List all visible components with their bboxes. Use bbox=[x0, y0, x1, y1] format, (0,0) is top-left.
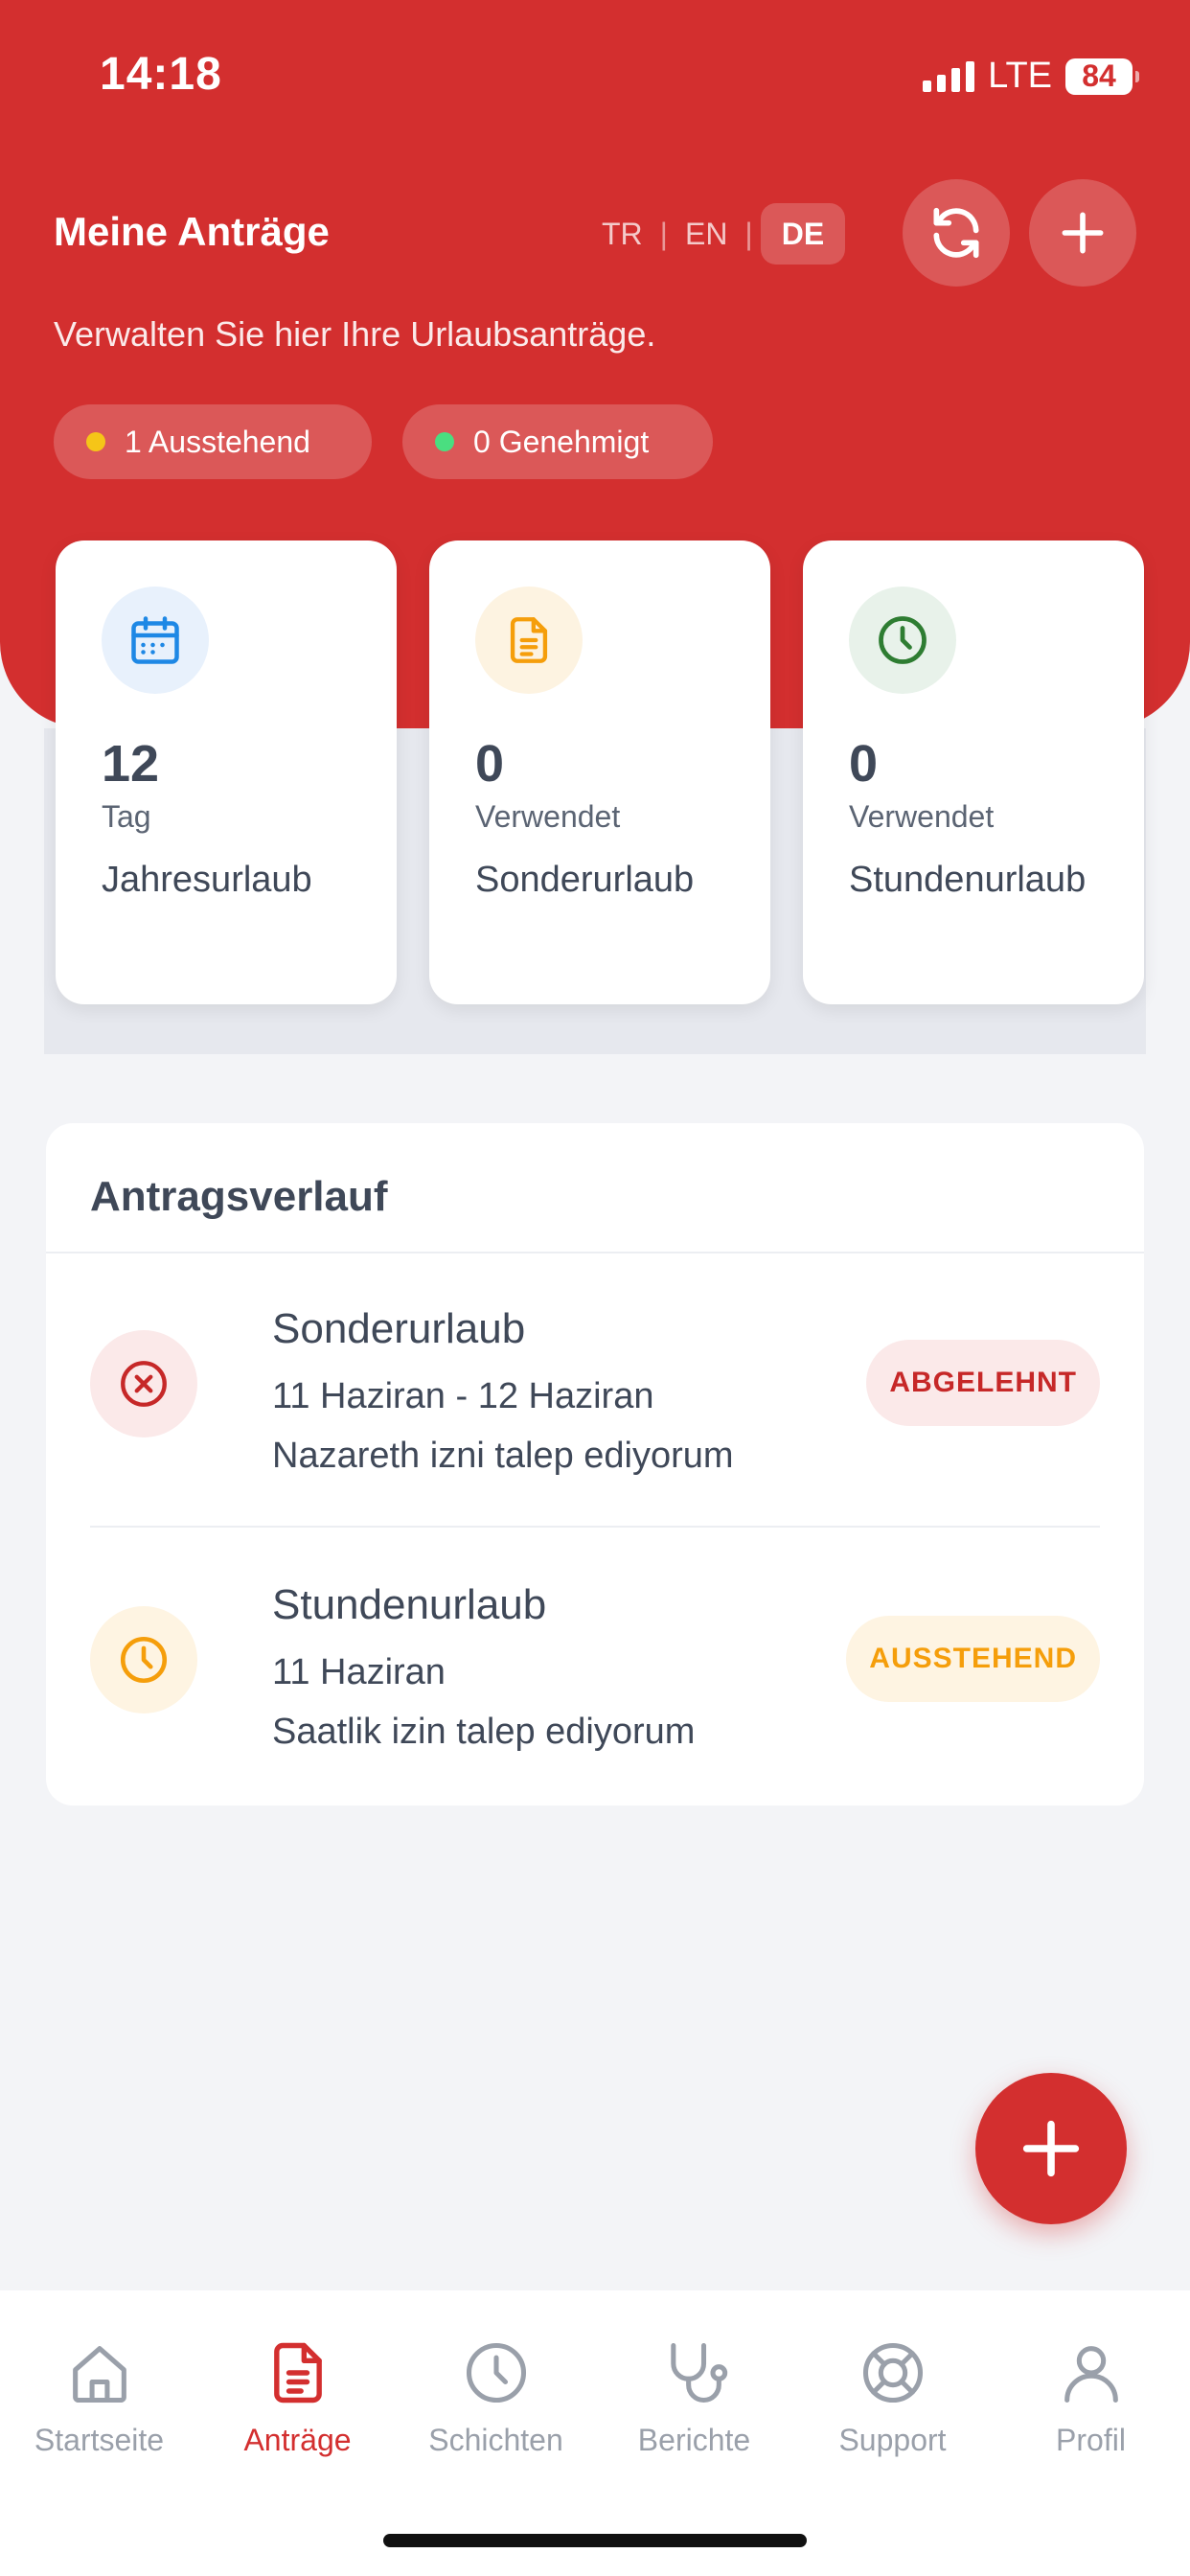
home-indicator bbox=[383, 2534, 807, 2547]
history-item-note: Saatlik izin talep ediyorum bbox=[272, 1712, 696, 1752]
network-type: LTE bbox=[988, 56, 1052, 96]
history-item[interactable]: Stundenurlaub 11 Haziran Saatlik izin ta… bbox=[90, 1530, 1100, 1807]
lifebuoy-icon bbox=[862, 2342, 923, 2404]
stat-label: Jahresurlaub bbox=[102, 860, 312, 900]
stat-card-hourly[interactable]: 0 Verwendet Stundenurlaub bbox=[803, 540, 1144, 1004]
status-indicators: LTE 84 bbox=[923, 56, 1139, 97]
tab-label: Schichten bbox=[428, 2423, 563, 2457]
pending-count-pill: 1 Ausstehend bbox=[54, 404, 372, 479]
home-icon bbox=[72, 2346, 126, 2404]
request-history-card: Antragsverlauf Sonderurlaub 11 Haziran -… bbox=[46, 1123, 1144, 1806]
history-item-date: 11 Haziran - 12 Haziran bbox=[272, 1376, 654, 1416]
calendar-icon bbox=[102, 586, 209, 694]
x-circle-icon bbox=[90, 1330, 197, 1438]
tab-support[interactable]: Support bbox=[793, 2336, 992, 2458]
status-time: 14:18 bbox=[100, 49, 222, 100]
language-switcher: TR | EN | DE bbox=[586, 203, 846, 264]
lang-en[interactable]: EN bbox=[670, 203, 743, 264]
stat-label: Stundenurlaub bbox=[849, 860, 1087, 900]
history-title: Antragsverlauf bbox=[90, 1173, 388, 1220]
add-request-fab[interactable] bbox=[975, 2073, 1127, 2224]
stat-value: 12 bbox=[102, 735, 160, 793]
tab-startseite[interactable]: Startseite bbox=[0, 2336, 198, 2458]
tab-profil[interactable]: Profil bbox=[992, 2336, 1190, 2458]
lang-tr[interactable]: TR bbox=[586, 203, 658, 264]
refresh-icon bbox=[933, 207, 979, 259]
stethoscope-icon bbox=[670, 2342, 727, 2404]
plus-icon bbox=[1062, 212, 1104, 254]
clock-icon bbox=[466, 2342, 526, 2404]
signal-icon bbox=[923, 60, 975, 92]
stat-card-special[interactable]: 0 Verwendet Sonderurlaub bbox=[429, 540, 770, 1004]
divider bbox=[90, 1526, 1100, 1528]
document-icon bbox=[475, 586, 583, 694]
stat-label: Sonderurlaub bbox=[475, 860, 695, 900]
stat-value: 0 bbox=[849, 735, 879, 793]
tab-schichten[interactable]: Schichten bbox=[397, 2336, 595, 2458]
lang-de[interactable]: DE bbox=[760, 203, 846, 264]
status-badge: AUSSTEHEND bbox=[846, 1616, 1100, 1702]
history-item[interactable]: Sonderurlaub 11 Haziran - 12 Haziran Naz… bbox=[90, 1254, 1100, 1531]
battery-icon: 84 bbox=[1065, 58, 1139, 95]
add-request-header-button[interactable] bbox=[1029, 179, 1136, 287]
status-badge: ABGELEHNT bbox=[866, 1340, 1100, 1426]
approved-dot bbox=[435, 432, 454, 451]
stat-card-annual[interactable]: 12 Tag Jahresurlaub bbox=[56, 540, 397, 1004]
page-subtitle: Verwalten Sie hier Ihre Urlaubsanträge. bbox=[54, 314, 656, 354]
tab-antraege[interactable]: Anträge bbox=[198, 2336, 397, 2458]
stat-unit: Tag bbox=[102, 799, 151, 834]
pending-count-label: 1 Ausstehend bbox=[125, 424, 310, 459]
tab-label: Anträge bbox=[243, 2423, 352, 2457]
tab-berichte[interactable]: Berichte bbox=[595, 2336, 793, 2458]
approved-count-pill: 0 Genehmigt bbox=[402, 404, 713, 479]
refresh-button[interactable] bbox=[903, 179, 1010, 287]
history-item-type: Stundenurlaub bbox=[272, 1581, 547, 1628]
document-icon bbox=[273, 2342, 322, 2404]
approved-count-label: 0 Genehmigt bbox=[473, 424, 650, 459]
stat-unit: Verwendet bbox=[475, 799, 621, 834]
plus-icon bbox=[1022, 2120, 1080, 2177]
history-item-date: 11 Haziran bbox=[272, 1652, 446, 1692]
stat-value: 0 bbox=[475, 735, 505, 793]
clock-icon bbox=[90, 1606, 197, 1714]
pending-dot bbox=[86, 432, 105, 451]
tab-label: Support bbox=[838, 2423, 947, 2457]
tab-label: Startseite bbox=[34, 2423, 165, 2457]
page-title: Meine Anträge bbox=[54, 209, 330, 254]
clock-icon bbox=[849, 586, 956, 694]
user-icon bbox=[1064, 2346, 1118, 2404]
stat-unit: Verwendet bbox=[849, 799, 995, 834]
lang-separator: | bbox=[659, 216, 668, 251]
tab-label: Berichte bbox=[637, 2423, 751, 2457]
history-item-note: Nazareth izni talep ediyorum bbox=[272, 1436, 734, 1476]
tab-label: Profil bbox=[1056, 2423, 1126, 2457]
status-bar: 14:18 LTE 84 bbox=[0, 0, 1190, 153]
history-item-type: Sonderurlaub bbox=[272, 1305, 526, 1352]
lang-separator: | bbox=[744, 216, 753, 251]
